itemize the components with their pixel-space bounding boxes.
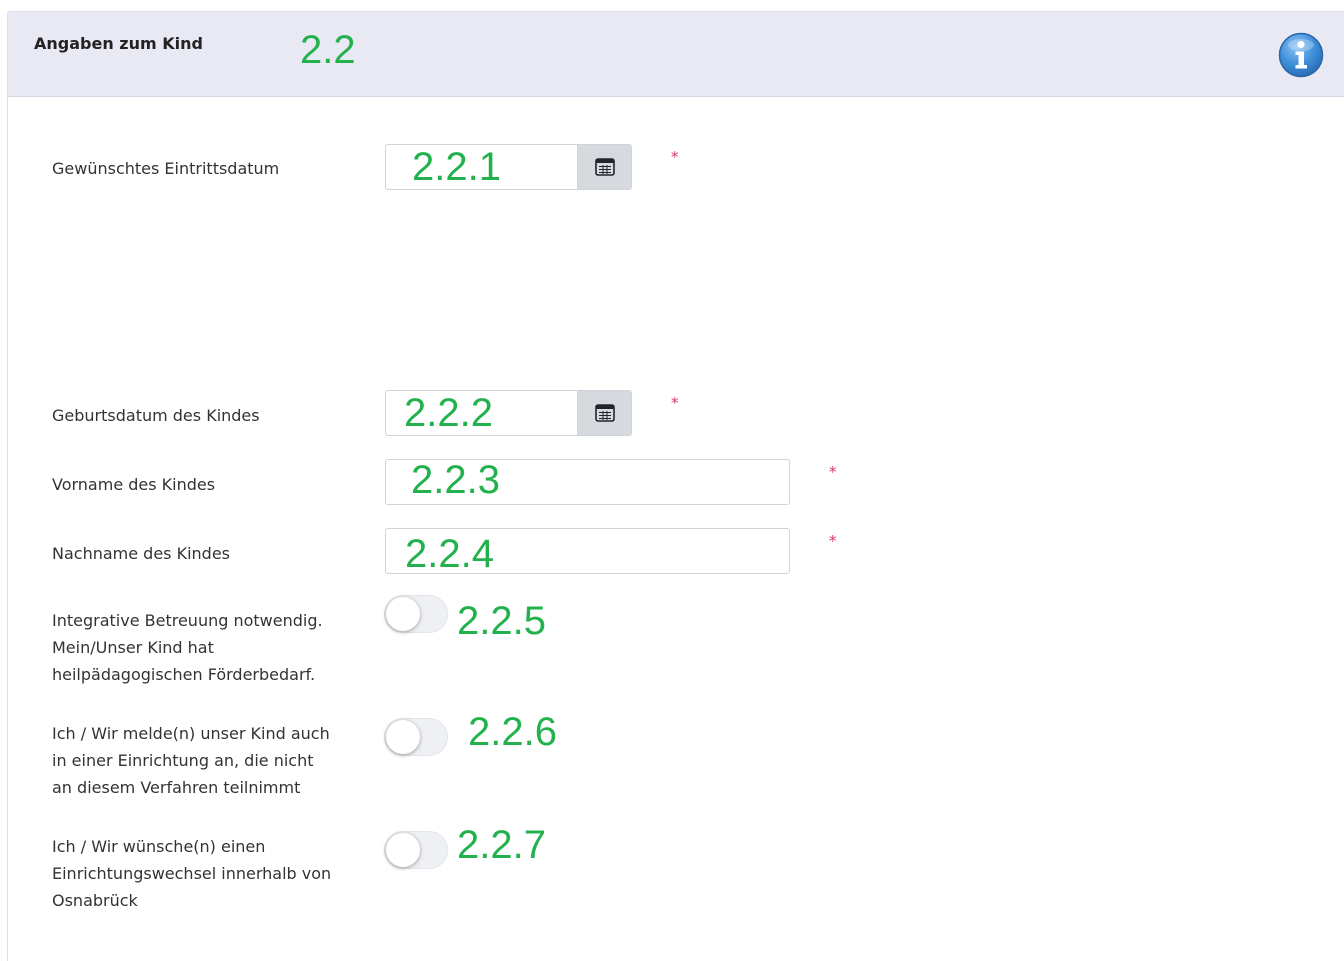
other-facility-toggle[interactable] bbox=[384, 718, 448, 756]
integrative-care-annotation: 2.2.5 bbox=[457, 599, 546, 643]
integrative-care-label: Integrative Betreuung notwendig. Mein/Un… bbox=[52, 611, 323, 684]
entry-date-annotation: 2.2.1 bbox=[412, 145, 501, 189]
child-details-panel: Angaben zum Kind 2.2 Gewünschtes Eintrit… bbox=[7, 11, 1344, 961]
panel-header: Angaben zum Kind 2.2 bbox=[8, 12, 1344, 97]
toggle-knob bbox=[386, 597, 420, 631]
first-name-label: Vorname des Kindes bbox=[52, 475, 216, 494]
birth-date-required-mark: * bbox=[671, 394, 679, 412]
other-facility-label: Ich / Wir melde(n) unser Kind auch in ei… bbox=[52, 724, 330, 797]
toggle-knob bbox=[386, 833, 420, 867]
section-title: Angaben zum Kind bbox=[34, 34, 203, 53]
calendar-icon bbox=[594, 404, 615, 422]
first-name-annotation: 2.2.3 bbox=[411, 458, 500, 502]
other-facility-annotation: 2.2.6 bbox=[468, 710, 557, 754]
facility-change-annotation: 2.2.7 bbox=[457, 823, 546, 867]
last-name-required-mark: * bbox=[829, 532, 837, 550]
entry-date-required-mark: * bbox=[671, 148, 679, 166]
last-name-annotation: 2.2.4 bbox=[405, 532, 494, 576]
calendar-icon bbox=[594, 158, 615, 176]
facility-change-label: Ich / Wir wünsche(n) einen Einrichtungsw… bbox=[52, 837, 332, 910]
first-name-required-mark: * bbox=[829, 463, 837, 481]
facility-change-toggle[interactable] bbox=[384, 831, 448, 869]
entry-date-calendar-button[interactable] bbox=[577, 145, 631, 189]
birth-date-annotation: 2.2.2 bbox=[404, 391, 493, 435]
toggle-knob bbox=[386, 720, 420, 754]
section-annotation: 2.2 bbox=[300, 28, 356, 72]
last-name-label: Nachname des Kindes bbox=[52, 544, 231, 563]
info-icon[interactable] bbox=[1278, 32, 1324, 78]
integrative-care-toggle[interactable] bbox=[384, 595, 448, 633]
entry-date-label: Gewünschtes Eintrittsdatum bbox=[52, 159, 280, 178]
birth-date-label: Geburtsdatum des Kindes bbox=[52, 406, 260, 425]
birth-date-calendar-button[interactable] bbox=[577, 391, 631, 435]
